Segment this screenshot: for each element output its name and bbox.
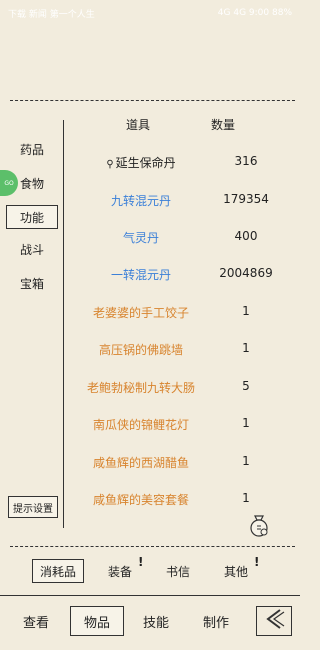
table-row[interactable]: 九转混元丹 179354 (66, 188, 296, 212)
item-quantity: 1 (242, 416, 250, 430)
subtab-equipment[interactable]: 装备 (100, 559, 140, 583)
hint-settings-button[interactable]: 提示设置 (8, 496, 58, 518)
item-name: ⚲ 延生保命丹 (106, 156, 176, 170)
item-quantity: 1 (242, 304, 250, 318)
item-name: 气灵丹 (122, 231, 159, 245)
table-row[interactable]: ⚲ 延生保命丹 316 (66, 150, 296, 174)
item-name: 一转混元丹 (110, 268, 171, 282)
status-left-text: 下载 新闻 第一个人生 (8, 9, 95, 20)
item-quantity: 5 (242, 379, 250, 393)
bottom-tab-items[interactable]: 物品 (70, 606, 124, 636)
table-row[interactable]: 高压锅的佛跳墙 1 (66, 337, 296, 361)
pin-icon: ⚲ (106, 159, 114, 170)
table-row[interactable]: 南瓜侠的锦鲤花灯 1 (66, 412, 296, 436)
item-name: 高压锅的佛跳墙 (98, 343, 183, 357)
bottom-tab-skills[interactable]: 技能 (134, 606, 178, 636)
bottom-divider (0, 595, 300, 597)
item-quantity: 1 (242, 454, 250, 468)
subtab-letters[interactable]: 书信 (158, 559, 198, 583)
item-quantity: 316 (234, 154, 258, 168)
table-row[interactable]: 咸鱼辉的西湖醋鱼 1 (66, 450, 296, 474)
equipment-alert-mark: ! (138, 555, 144, 569)
category-function[interactable]: 功能 (6, 205, 58, 229)
item-quantity: 2004869 (219, 266, 273, 280)
item-bag-icon[interactable] (248, 512, 270, 538)
subtab-bar: 消耗品 装备 ! 书信 其他 ! (0, 555, 300, 585)
table-row[interactable]: 咸鱼辉的美容套餐 1 (66, 487, 296, 511)
back-button[interactable] (256, 606, 292, 636)
status-right-text: 4G 4G 9:00 88% (217, 8, 292, 18)
status-bar: 下载 新闻 第一个人生 4G 4G 9:00 88% (0, 0, 300, 26)
item-name: 老婆婆的手工饺子 (92, 306, 189, 320)
header-quantity: 数量 (211, 118, 236, 132)
item-quantity: 400 (234, 229, 258, 243)
table-row[interactable]: 老鲍勃秘制九转大肠 5 (66, 375, 296, 399)
item-name: 咸鱼辉的美容套餐 (92, 493, 189, 507)
category-medicine[interactable]: 药品 (6, 137, 58, 161)
bottom-tab-craft[interactable]: 制作 (194, 606, 238, 636)
category-chest[interactable]: 宝箱 (6, 271, 58, 295)
bottom-tab-view[interactable]: 查看 (14, 606, 58, 636)
table-row[interactable]: 老婆婆的手工饺子 1 (66, 300, 296, 324)
subtab-other[interactable]: 其他 (216, 559, 256, 583)
bottom-nav: 查看 物品 技能 制作 (0, 600, 300, 644)
other-alert-mark: ! (254, 555, 260, 569)
status-bar-right: 4G 4G 9:00 88% (218, 8, 292, 18)
table-row[interactable]: 一转混元丹 2004869 (66, 262, 296, 286)
back-arrow-icon (262, 608, 286, 634)
subtab-consumables[interactable]: 消耗品 (32, 559, 84, 583)
item-name: 咸鱼辉的西湖醋鱼 (92, 456, 189, 470)
item-quantity: 1 (242, 491, 250, 505)
category-battle[interactable]: 战斗 (6, 237, 58, 261)
header-item: 道具 (126, 118, 151, 132)
item-name: 九转混元丹 (110, 194, 171, 208)
item-name: 老鲍勃秘制九转大肠 (86, 381, 195, 395)
table-header: 道具 数量 (66, 114, 296, 134)
panel-divider (63, 120, 65, 528)
subtab-divider (10, 546, 295, 548)
item-name: 南瓜侠的锦鲤花灯 (92, 418, 189, 432)
status-bar-left: 下载 新闻 第一个人生 (8, 7, 95, 20)
item-quantity: 179354 (223, 192, 269, 206)
table-row[interactable]: 气灵丹 400 (66, 225, 296, 249)
top-divider (10, 100, 295, 102)
item-quantity: 1 (242, 341, 250, 355)
